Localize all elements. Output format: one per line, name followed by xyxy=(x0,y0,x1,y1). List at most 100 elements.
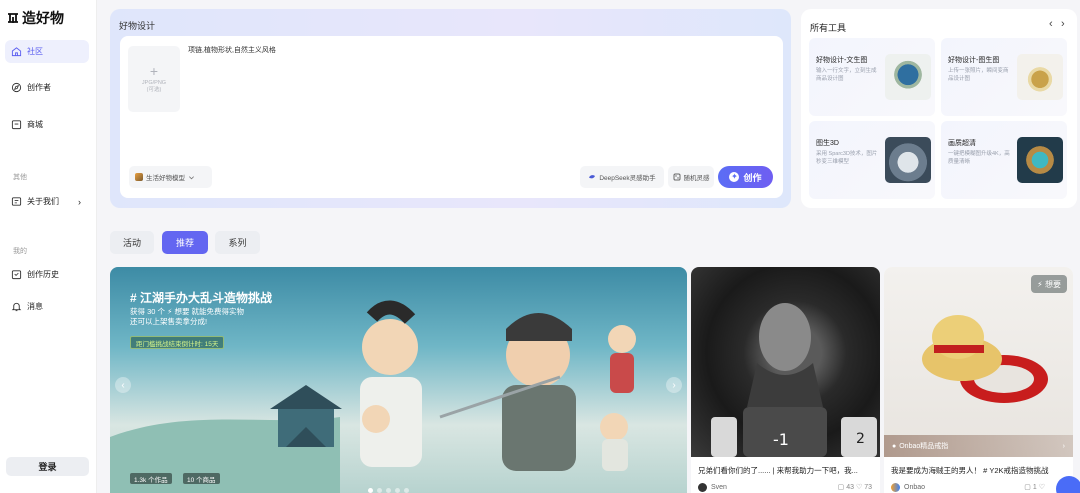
sidebar-item-label: 关于我们 xyxy=(27,197,59,206)
avatar xyxy=(698,483,707,492)
post-card[interactable]: ⚡ 想要 ● Onbao精品戒指 › 我是要成为海贼王的男人！ # Y2K戒指造… xyxy=(884,267,1073,493)
banner-subtitle: 获得 30 个 ⚡ 想要 就能免费得实物 还可以上架售卖拿分成! xyxy=(130,307,245,326)
create-button-label: 创作 xyxy=(743,172,762,183)
brand-logo[interactable]: 造好物 xyxy=(6,8,64,28)
tool-card-upscale[interactable]: 画质超清 一键把模糊图升级4K，高质量清晰 xyxy=(941,121,1067,199)
model-thumbnail-icon xyxy=(135,173,143,181)
design-input-card: + JPG/PNG (可选) 项链,植物形状,自然主义风格 生活好物模型 Dee… xyxy=(120,36,783,198)
upload-hint: JPG/PNG (可选) xyxy=(141,80,167,93)
sidebar-item-label: 商城 xyxy=(27,120,43,129)
post-image-straw-hat-ring xyxy=(884,267,1073,457)
sidebar-item-about[interactable]: 关于我们 › xyxy=(5,190,89,213)
tool-description: 输入一行文字，立刻生成商品设计图 xyxy=(816,68,877,82)
banner-prev-button[interactable]: ‹ xyxy=(115,377,131,393)
section-label-other: 其他 xyxy=(13,174,27,181)
bell-icon xyxy=(11,302,22,312)
chevron-right-icon[interactable]: › xyxy=(1061,18,1065,30)
post-caption: 兄弟们看你们的了...... | 来帮我助力一下吧，我... xyxy=(698,466,858,475)
tab-activities[interactable]: 活动 xyxy=(110,231,154,254)
banner-works-count: 1.3k 个作品 xyxy=(130,473,172,484)
post-author[interactable]: Onbao xyxy=(891,483,925,492)
login-button[interactable]: 登录 xyxy=(6,457,89,476)
sidebar-item-creators[interactable]: 创作者 xyxy=(5,76,89,99)
feedback-fab-button[interactable] xyxy=(1056,476,1080,493)
model-select-label: 生活好物模型 xyxy=(146,175,185,182)
history-icon xyxy=(11,270,22,280)
tool-description: 采用 Sparc3D技术，图片秒变三维模型 xyxy=(816,151,878,165)
banner-countdown: 距门槛挑战结束倒计时: 15天 xyxy=(130,336,225,349)
post-author[interactable]: Sven xyxy=(698,483,727,492)
comment-count: 43 xyxy=(846,484,855,491)
compass-icon xyxy=(11,82,22,93)
sidebar-item-messages[interactable]: 消息 xyxy=(5,295,89,318)
plus-icon: + xyxy=(149,63,159,79)
tool-name: 画质超清 xyxy=(948,140,976,147)
logo-icon xyxy=(8,13,18,23)
tool-thumbnail-bowl xyxy=(885,54,931,100)
info-icon xyxy=(11,197,22,206)
wish-badge[interactable]: ⚡ 想要 xyxy=(1031,275,1067,293)
dice-icon xyxy=(673,173,680,181)
like-count: 73 xyxy=(864,484,872,491)
comment-count: 1 xyxy=(1032,484,1037,491)
shop-icon xyxy=(11,120,22,130)
post-stats: ▢ 43 ♡ 73 xyxy=(838,483,872,491)
model-select[interactable]: 生活好物模型 xyxy=(129,166,212,188)
ring-illustration xyxy=(922,315,1048,403)
chevron-left-icon[interactable]: ‹ xyxy=(1049,18,1053,30)
tool-card-image-to-image[interactable]: 好物设计-图生图 上传一张照片，瞬间变商品设计图 xyxy=(941,38,1067,116)
tool-thumbnail-brooch xyxy=(1017,137,1063,183)
tool-description: 一键把模糊图升级4K，高质量清晰 xyxy=(948,151,1010,165)
comment-icon: ▢ xyxy=(1024,484,1031,491)
image-upload-box[interactable]: + JPG/PNG (可选) xyxy=(128,46,180,112)
sidebar-item-label: 消息 xyxy=(27,302,43,311)
product-tag-label: Onbao精品戒指 xyxy=(899,443,949,450)
keycap-illustration: -1 2 xyxy=(711,303,877,457)
author-name: Sven xyxy=(711,484,727,491)
design-panel: 好物设计 + JPG/PNG (可选) 项链,植物形状,自然主义风格 生活好物模… xyxy=(110,9,791,208)
tab-series[interactable]: 系列 xyxy=(215,231,260,254)
carousel-dot[interactable] xyxy=(386,488,391,493)
tools-panel: 所有工具 ‹ › 好物设计-文生图 输入一行文字，立刻生成商品设计图 好物设计-… xyxy=(801,9,1077,208)
tool-card-text-to-image[interactable]: 好物设计-文生图 输入一行文字，立刻生成商品设计图 xyxy=(809,38,935,116)
sidebar-item-history[interactable]: 创作历史 xyxy=(5,263,89,286)
deepseek-icon xyxy=(589,175,596,179)
tool-name: 好物设计-文生图 xyxy=(816,57,868,64)
carousel-dots[interactable] xyxy=(368,488,409,493)
sidebar-item-label: 创作历史 xyxy=(27,270,59,279)
chevron-right-icon: › xyxy=(78,196,81,207)
challenge-banner[interactable]: # 江湖手办大乱斗造物挑战 获得 30 个 ⚡ 想要 就能免费得实物 还可以上架… xyxy=(110,267,687,493)
tool-description: 上传一张照片，瞬间变商品设计图 xyxy=(948,68,1009,82)
svg-text:2: 2 xyxy=(856,431,865,447)
author-name: Onbao xyxy=(904,484,926,491)
deepseek-assistant-button[interactable]: DeepSeek灵感助手 xyxy=(580,166,664,188)
home-icon xyxy=(11,47,22,57)
carousel-dot[interactable] xyxy=(404,488,409,493)
carousel-dot[interactable] xyxy=(368,488,373,493)
product-tag-icon: ● xyxy=(892,442,897,450)
carousel-dot[interactable] xyxy=(377,488,382,493)
sidebar-item-shop[interactable]: 商城 xyxy=(5,113,89,136)
tab-recommended[interactable]: 推荐 xyxy=(162,231,208,254)
create-button[interactable]: ✦ 创作 xyxy=(718,166,773,188)
product-tag[interactable]: ● Onbao精品戒指 › xyxy=(884,435,1073,457)
banner-next-button[interactable]: › xyxy=(666,377,682,393)
post-caption: 我是要成为海贼王的男人！ # Y2K戒指造物挑战 xyxy=(891,466,1049,475)
random-inspiration-button[interactable]: 随机灵感 xyxy=(668,166,714,188)
heart-icon[interactable]: ♡ xyxy=(1039,484,1045,491)
heart-icon[interactable]: ♡ xyxy=(856,484,862,491)
sidebar-item-label: 社区 xyxy=(27,47,43,56)
sparkle-icon: ✦ xyxy=(729,172,740,182)
chevron-right-icon: › xyxy=(1062,442,1065,450)
section-label-mine: 我的 xyxy=(13,248,27,255)
svg-text:-1: -1 xyxy=(773,430,789,449)
carousel-dot[interactable] xyxy=(395,488,400,493)
banner-title: # 江湖手办大乱斗造物挑战 xyxy=(130,291,273,305)
post-image-bust-keycap: -1 2 xyxy=(691,267,880,457)
brand-name: 造好物 xyxy=(22,10,64,26)
prompt-input[interactable]: 项链,植物形状,自然主义风格 xyxy=(188,45,276,55)
sidebar-item-community[interactable]: 社区 xyxy=(5,40,89,63)
tool-card-image-to-3d[interactable]: 图生3D 采用 Sparc3D技术，图片秒变三维模型 xyxy=(809,121,935,199)
post-card[interactable]: -1 2 兄弟们看你们的了...... | 来帮我助力一下吧，我... Sven… xyxy=(691,267,880,493)
tool-thumbnail-dragon xyxy=(885,137,931,183)
